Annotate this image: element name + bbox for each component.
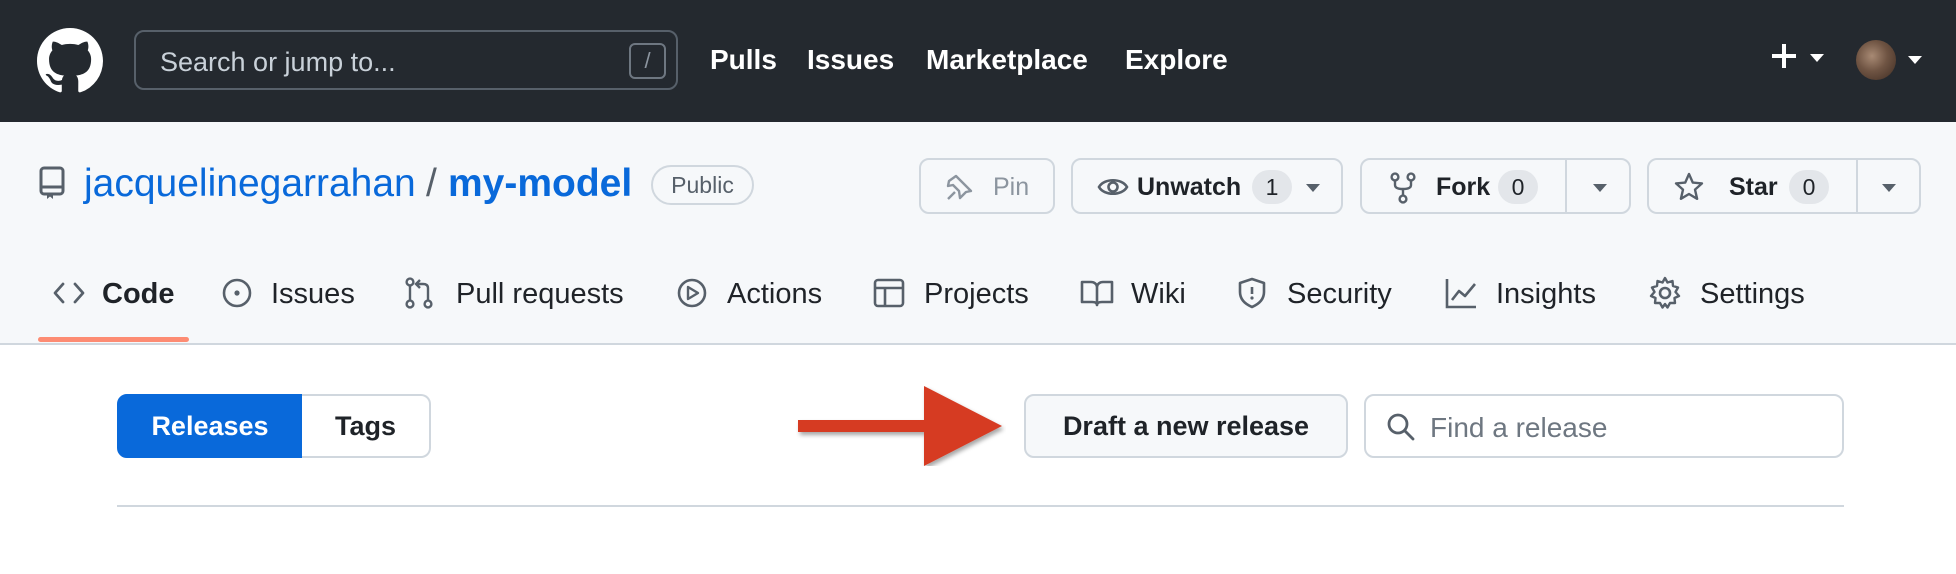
- code-icon: [53, 282, 85, 304]
- repo-forked-icon: [1390, 172, 1416, 204]
- tab-label: Code: [102, 278, 175, 310]
- graph-icon: [1445, 279, 1476, 309]
- nav-marketplace[interactable]: Marketplace: [926, 44, 1088, 76]
- repo-icon: [39, 166, 65, 199]
- releases-segment[interactable]: Releases: [117, 394, 303, 458]
- content-divider: [117, 505, 1844, 507]
- button-divider: [1856, 160, 1858, 212]
- tab-label: Issues: [271, 278, 355, 310]
- draft-new-release-button[interactable]: Draft a new release: [1024, 394, 1348, 458]
- shield-icon: [1238, 277, 1266, 309]
- global-search-input[interactable]: Search or jump to... /: [134, 30, 678, 90]
- search-shortcut-hint: /: [629, 43, 666, 79]
- chevron-down-icon[interactable]: [1593, 184, 1607, 192]
- book-icon: [1080, 280, 1114, 307]
- chevron-down-icon: [1908, 56, 1922, 64]
- tab-label: Insights: [1496, 278, 1596, 310]
- find-release-placeholder: Find a release: [1430, 412, 1608, 443]
- button-divider: [1565, 160, 1567, 212]
- watchers-count: 1: [1252, 170, 1292, 204]
- repo-header: jacquelinegarrahan / my-model Public Pin…: [0, 122, 1956, 345]
- chevron-down-icon[interactable]: [1882, 184, 1896, 192]
- github-mark-icon[interactable]: [37, 28, 103, 94]
- search-placeholder: Search or jump to...: [160, 47, 396, 77]
- git-pull-request-icon: [405, 277, 433, 309]
- tab-label: Settings: [1700, 278, 1805, 310]
- star-label: Star: [1729, 173, 1778, 201]
- visibility-badge: Public: [651, 165, 754, 205]
- chevron-down-icon: [1306, 184, 1320, 192]
- table-icon: [873, 278, 905, 308]
- play-icon: [677, 278, 707, 308]
- selected-tab-indicator: [38, 337, 189, 342]
- tags-segment[interactable]: Tags: [302, 394, 431, 458]
- nav-explore[interactable]: Explore: [1125, 44, 1228, 76]
- pin-label: Pin: [993, 173, 1030, 201]
- tab-label: Pull requests: [456, 278, 624, 310]
- tab-label: Actions: [727, 278, 823, 310]
- tab-label: Projects: [924, 278, 1029, 310]
- eye-icon: [1097, 178, 1129, 196]
- nav-pulls[interactable]: Pulls: [710, 44, 777, 76]
- star-icon: [1674, 172, 1704, 200]
- red-arrow-annotation: [798, 386, 1002, 466]
- unwatch-label: Unwatch: [1137, 173, 1242, 201]
- plus-icon: [1772, 44, 1796, 68]
- tab-label: Security: [1287, 278, 1392, 310]
- search-icon: [1387, 413, 1415, 441]
- gear-icon: [1649, 276, 1681, 309]
- fork-label: Fork: [1436, 173, 1491, 201]
- repo-name-link[interactable]: my-model: [448, 162, 632, 206]
- user-menu[interactable]: [1856, 38, 1926, 84]
- tab-label: Wiki: [1131, 278, 1186, 310]
- stars-count: 0: [1789, 170, 1829, 204]
- chevron-down-icon: [1810, 54, 1824, 62]
- avatar: [1856, 40, 1896, 80]
- find-release-input[interactable]: Find a release: [1364, 394, 1844, 458]
- pin-button[interactable]: Pin: [919, 158, 1055, 214]
- star-button-group[interactable]: Star 0: [1647, 158, 1921, 214]
- nav-issues[interactable]: Issues: [807, 44, 894, 76]
- repo-owner-link[interactable]: jacquelinegarrahan: [84, 162, 416, 206]
- fork-button-group[interactable]: Fork 0: [1360, 158, 1631, 214]
- pin-icon: [946, 174, 973, 200]
- unwatch-button[interactable]: Unwatch 1: [1071, 158, 1343, 214]
- path-separator: /: [426, 162, 437, 205]
- global-header: Search or jump to... / Pulls Issues Mark…: [0, 0, 1956, 122]
- create-new-menu[interactable]: [1770, 40, 1830, 80]
- forks-count: 0: [1498, 170, 1538, 204]
- issue-opened-icon: [222, 278, 252, 308]
